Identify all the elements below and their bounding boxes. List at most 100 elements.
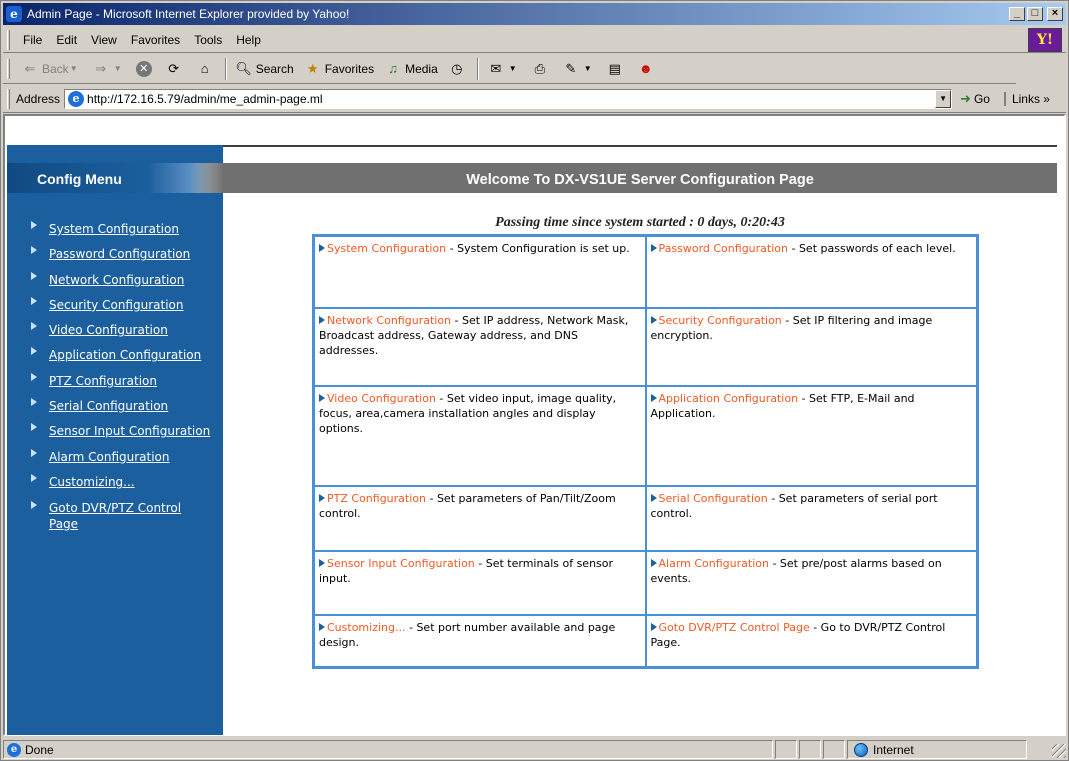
print-icon: ⎙ <box>534 60 545 76</box>
triangle-right-icon <box>650 244 657 252</box>
menubar-grip[interactable] <box>7 29 10 50</box>
favorites-button[interactable]: ★ Favorites <box>299 60 379 78</box>
link-goto-dvr-ptz-control[interactable]: Goto DVR/PTZ Control Page <box>659 621 810 634</box>
back-arrow-icon: ⇐ <box>24 60 36 76</box>
window-title: Admin Page - Microsoft Internet Explorer… <box>27 7 350 21</box>
resize-grip[interactable] <box>1052 744 1066 758</box>
chevron-down-icon: ▼ <box>113 63 122 73</box>
menu-tools[interactable]: Tools <box>187 33 229 47</box>
triangle-right-icon <box>31 423 37 432</box>
cell-description: - System Configuration is set up. <box>446 242 630 255</box>
link-network-configuration[interactable]: Network Configuration <box>327 314 451 327</box>
forward-button[interactable]: ⇒ ▼ <box>87 60 131 78</box>
grid-cell-ptz: PTZ Configuration - Set parameters of Pa… <box>314 486 646 551</box>
addressbar-grip[interactable] <box>7 88 10 109</box>
link-alarm-configuration[interactable]: Alarm Configuration <box>659 557 769 570</box>
sidebar-item-ptz[interactable]: PTZ Configuration <box>27 371 223 396</box>
media-button[interactable]: ♫ Media <box>379 60 443 78</box>
status-panel <box>823 740 845 759</box>
maximize-button[interactable]: □ <box>1027 7 1043 21</box>
go-button[interactable]: ➜ Go <box>960 91 990 107</box>
sidebar-item-customizing[interactable]: Customizing... <box>27 472 223 497</box>
menu-edit[interactable]: Edit <box>49 33 84 47</box>
menu-bar: File Edit View Favorites Tools Help Y! <box>3 27 1066 53</box>
sidebar-item-label: Sensor Input Configuration <box>49 424 211 439</box>
yahoo-logo-icon: Y! <box>1028 28 1062 52</box>
link-ptz-configuration[interactable]: PTZ Configuration <box>327 492 426 505</box>
home-button[interactable]: ⌂ <box>191 60 222 78</box>
links-button[interactable]: Links » <box>1003 91 1050 106</box>
sidebar-menu: System Configuration Password Configurat… <box>27 219 223 533</box>
menu-help[interactable]: Help <box>229 33 268 47</box>
status-panel <box>799 740 821 759</box>
search-button[interactable]: 🔍︎ Search <box>230 60 299 78</box>
link-security-configuration[interactable]: Security Configuration <box>659 314 782 327</box>
sidebar-item-label: Password Configuration <box>49 247 191 262</box>
sidebar-item-network[interactable]: Network Configuration <box>27 270 223 295</box>
sidebar-item-label: Serial Configuration <box>49 399 169 414</box>
link-customizing[interactable]: Customizing... <box>327 621 405 634</box>
security-zone[interactable]: Internet <box>847 740 1027 759</box>
sidebar-item-goto-dvr[interactable]: Goto DVR/PTZ Control Page <box>27 497 197 533</box>
search-label: Search <box>255 61 294 76</box>
refresh-button[interactable]: ⟳ <box>160 60 191 78</box>
sidebar-item-label: Security Configuration <box>49 297 184 312</box>
chevron-down-icon: ▼ <box>583 63 592 73</box>
sidebar-item-application[interactable]: Application Configuration <box>27 345 223 370</box>
sidebar-item-serial[interactable]: Serial Configuration <box>27 396 223 421</box>
link-system-configuration[interactable]: System Configuration <box>327 242 446 255</box>
sidebar-item-security[interactable]: Security Configuration <box>27 295 223 320</box>
print-button[interactable]: ⎙ <box>526 60 557 78</box>
toolbar-grip[interactable] <box>7 58 10 79</box>
stop-button[interactable]: ✕ <box>131 60 160 77</box>
sidebar-item-system[interactable]: System Configuration <box>27 219 223 244</box>
sidebar-item-video[interactable]: Video Configuration <box>27 320 223 345</box>
history-button[interactable]: ◷ <box>443 60 474 78</box>
address-input[interactable]: e http://172.16.5.79/admin/me_admin-page… <box>64 88 953 109</box>
link-serial-configuration[interactable]: Serial Configuration <box>659 492 768 505</box>
status-bar: e Done Internet <box>3 739 1066 760</box>
menu-file[interactable]: File <box>16 33 49 47</box>
triangle-right-icon <box>31 347 37 356</box>
sidebar-item-label: Goto DVR/PTZ Control Page <box>49 501 182 532</box>
link-application-configuration[interactable]: Application Configuration <box>659 392 799 405</box>
globe-icon <box>854 742 868 757</box>
sidebar-item-label: Alarm Configuration <box>49 449 170 464</box>
grid-cell-password: Password Configuration - Set passwords o… <box>645 236 977 308</box>
link-password-configuration[interactable]: Password Configuration <box>659 242 788 255</box>
forward-arrow-icon: ⇒ <box>95 60 107 76</box>
grid-cell-application: Application Configuration - Set FTP, E-M… <box>645 386 977 486</box>
stop-icon: ✕ <box>135 60 152 77</box>
ie-app-icon[interactable]: e <box>6 6 22 22</box>
menu-view[interactable]: View <box>84 33 124 47</box>
triangle-right-icon <box>319 244 325 252</box>
minimize-button[interactable]: _ <box>1009 7 1025 21</box>
triangle-right-icon <box>650 316 657 324</box>
mail-button[interactable]: ✉ ▼ <box>482 60 526 78</box>
sidebar-item-label: Network Configuration <box>49 272 185 287</box>
go-arrow-icon: ➜ <box>960 90 971 106</box>
discuss-button[interactable]: ▤ <box>601 60 632 78</box>
menu-favorites[interactable]: Favorites <box>124 33 187 47</box>
address-url[interactable]: http://172.16.5.79/admin/me_admin-page.m… <box>87 92 322 106</box>
link-video-configuration[interactable]: Video Configuration <box>327 392 436 405</box>
chevron-down-icon: ▼ <box>508 63 517 73</box>
close-button[interactable]: × <box>1047 7 1063 21</box>
address-dropdown-button[interactable]: ▼ <box>935 89 952 108</box>
edit-button[interactable]: ✎ ▼ <box>557 60 601 78</box>
address-label: Address <box>16 91 61 106</box>
grid-cell-serial: Serial Configuration - Set parameters of… <box>645 486 977 551</box>
triangle-right-icon <box>319 394 325 402</box>
favorites-star-icon: ★ <box>306 60 319 76</box>
back-button[interactable]: ⇐ Back ▼ <box>16 60 87 78</box>
sidebar-item-alarm[interactable]: Alarm Configuration <box>27 447 223 472</box>
messenger-button[interactable]: ☻ <box>632 60 663 78</box>
sidebar-item-password[interactable]: Password Configuration <box>27 244 223 269</box>
triangle-right-icon <box>31 398 37 407</box>
media-icon: ♫ <box>388 60 398 76</box>
sidebar-item-sensor-input[interactable]: Sensor Input Configuration <box>27 421 223 446</box>
grid-cell-system: System Configuration - System Configurat… <box>314 236 646 308</box>
triangle-right-icon <box>650 494 657 502</box>
triangle-right-icon <box>650 394 657 402</box>
link-sensor-input-configuration[interactable]: Sensor Input Configuration <box>327 557 475 570</box>
